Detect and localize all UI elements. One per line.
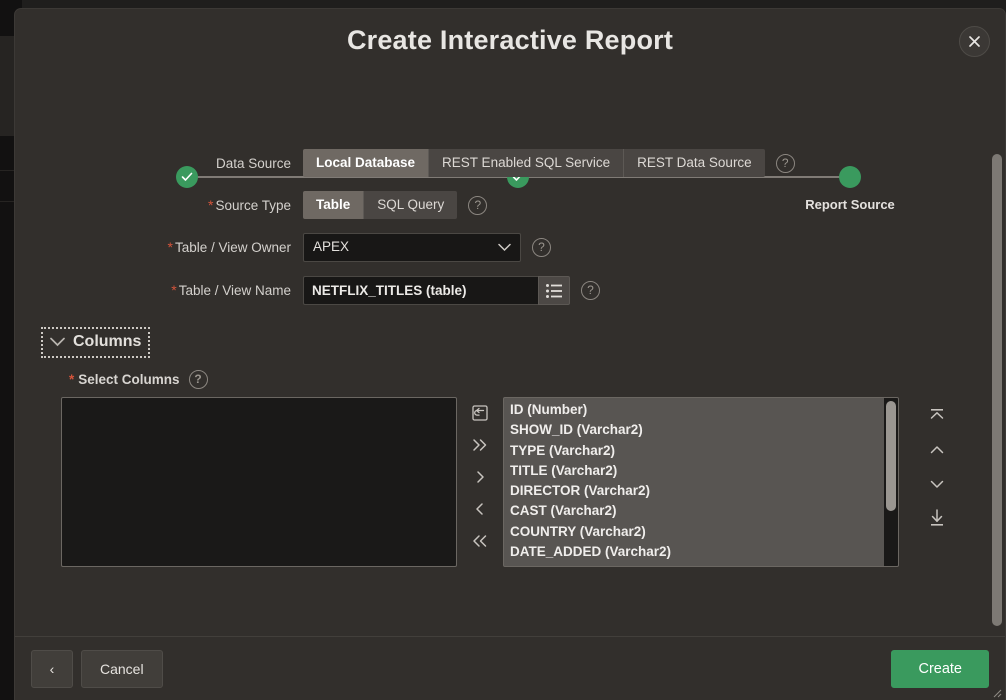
shuttle-available-items: ID (Number) SHOW_ID (Varchar2) TYPE (Var… — [504, 398, 898, 562]
select-columns-label-text: Select Columns — [78, 372, 180, 387]
dialog-title: Create Interactive Report — [346, 25, 674, 55]
chevron-down-icon — [50, 337, 65, 347]
data-source-option-rest-data-source[interactable]: REST Data Source — [624, 149, 765, 177]
source-type-help-icon[interactable]: ? — [468, 195, 488, 215]
chevron-up-icon — [930, 446, 944, 454]
list-item[interactable]: CAST (Varchar2) — [506, 501, 898, 521]
table-view-owner-help-icon[interactable]: ? — [532, 238, 551, 257]
table-view-name-list-picker-button[interactable] — [538, 276, 570, 305]
list-item[interactable]: TITLE (Varchar2) — [506, 461, 898, 481]
shuttle-move-right-button[interactable] — [465, 467, 495, 487]
dialog-body: Data Source Local Database REST Enabled … — [15, 149, 1005, 636]
source-type-option-group: Table SQL Query — [303, 191, 458, 219]
field-table-view-name: *Table / View Name ? — [15, 276, 1005, 305]
create-interactive-report-dialog: Create Interactive Report Report Source … — [14, 8, 1006, 700]
list-item[interactable]: ID (Number) — [506, 400, 898, 420]
required-marker: * — [171, 282, 177, 298]
list-item[interactable]: DIRECTOR (Varchar2) — [506, 481, 898, 501]
dialog-footer: ‹ Cancel Create — [15, 636, 1005, 700]
select-columns-shuttle: ID (Number) SHOW_ID (Varchar2) TYPE (Var… — [61, 397, 1005, 572]
field-data-source: Data Source Local Database REST Enabled … — [15, 149, 1005, 177]
data-source-label: Data Source — [215, 155, 291, 171]
data-source-option-group: Local Database REST Enabled SQL Service … — [303, 149, 765, 177]
list-item[interactable]: COUNTRY (Varchar2) — [506, 522, 898, 542]
dialog-body-scrollbar-thumb[interactable] — [992, 154, 1002, 626]
required-marker: * — [167, 239, 173, 255]
resize-grip-icon[interactable] — [990, 686, 1002, 698]
data-source-option-local-database[interactable]: Local Database — [303, 149, 430, 177]
double-chevron-left-icon — [473, 535, 487, 547]
shuttle-selected-listbox[interactable] — [61, 397, 457, 567]
chevron-right-icon — [477, 471, 484, 483]
shuttle-move-down-button[interactable] — [924, 474, 950, 494]
select-columns-label: * Select Columns ? — [69, 370, 1005, 389]
shuttle-move-up-button[interactable] — [924, 440, 950, 460]
wizard-progress: Report Source — [15, 85, 1005, 212]
list-item[interactable]: SHOW_ID (Varchar2) — [506, 420, 898, 440]
field-table-view-owner: * Table / View Owner APEX ? — [15, 233, 1005, 262]
table-view-owner-select[interactable]: APEX — [303, 233, 521, 262]
source-type-option-table[interactable]: Table — [303, 191, 365, 219]
chevron-down-icon — [498, 243, 511, 252]
chevron-left-icon — [476, 503, 483, 515]
table-view-name-wrapper — [303, 276, 570, 305]
cancel-button[interactable]: Cancel — [81, 649, 163, 688]
required-marker: * — [207, 196, 214, 213]
list-item[interactable]: TYPE (Varchar2) — [506, 441, 898, 461]
table-view-name-input[interactable] — [303, 276, 538, 305]
shuttle-list-scrollbar[interactable] — [884, 398, 898, 566]
required-marker: * — [69, 372, 75, 387]
create-button[interactable]: Create — [891, 649, 989, 688]
table-view-owner-label: * Table / View Owner — [167, 239, 291, 255]
columns-region-title: Columns — [73, 333, 142, 350]
chevron-down-icon — [930, 480, 944, 488]
shuttle-move-controls — [457, 397, 503, 551]
reset-icon — [472, 405, 488, 421]
shuttle-move-all-left-button[interactable] — [465, 531, 495, 551]
dialog-header: Create Interactive Report — [15, 9, 1005, 81]
close-icon — [969, 36, 980, 47]
table-view-name-help-icon[interactable]: ? — [581, 281, 600, 300]
shuttle-move-to-top-button[interactable] — [924, 406, 950, 426]
list-icon — [546, 284, 562, 298]
shuttle-reset-button[interactable] — [465, 403, 495, 423]
back-button[interactable]: ‹ — [31, 649, 73, 688]
list-item[interactable]: DATE_ADDED (Varchar2) — [506, 542, 898, 562]
shuttle-order-controls — [913, 397, 961, 528]
select-columns-help-icon[interactable]: ? — [188, 370, 208, 389]
field-source-type: * Source Type Table SQL Query ? — [15, 191, 1005, 219]
shuttle-available-listbox[interactable]: ID (Number) SHOW_ID (Varchar2) TYPE (Var… — [503, 397, 899, 567]
data-source-option-rest-enabled-sql-service[interactable]: REST Enabled SQL Service — [429, 149, 625, 177]
source-type-label: * Source Type — [207, 196, 291, 213]
data-source-help-icon[interactable]: ? — [775, 153, 795, 173]
source-type-option-sql-query[interactable]: SQL Query — [364, 191, 458, 219]
columns-region-toggle[interactable]: Columns — [40, 327, 151, 358]
dialog-body-scrollbar[interactable] — [991, 154, 1003, 628]
shuttle-move-all-right-button[interactable] — [465, 435, 495, 455]
shuttle-list-scrollbar-thumb[interactable] — [886, 401, 896, 511]
move-to-top-icon — [930, 409, 944, 419]
table-view-name-label: * Table / View Name — [171, 282, 291, 298]
close-button[interactable] — [959, 26, 990, 57]
double-chevron-right-icon — [473, 439, 487, 451]
shuttle-move-to-bottom-button[interactable] — [924, 508, 950, 528]
table-view-owner-value: APEX — [313, 239, 350, 254]
move-to-bottom-icon — [931, 509, 943, 526]
shuttle-move-left-button[interactable] — [465, 499, 495, 519]
